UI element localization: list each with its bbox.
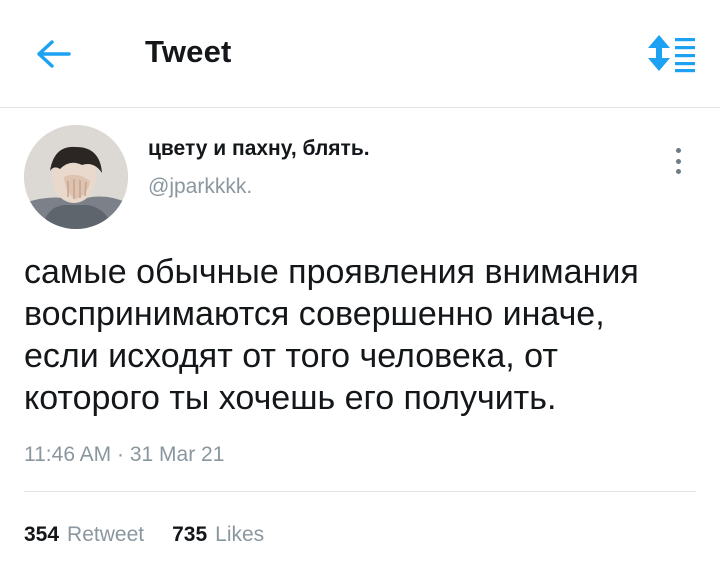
sort-icon	[648, 35, 695, 73]
retweet-count: 354	[24, 523, 60, 546]
retweet-label: Retweet	[67, 523, 145, 546]
tweet-text-line: если исходят от того человека, от	[24, 337, 558, 375]
tweet-text: самые обычные проявления внимания воспри…	[24, 251, 704, 419]
author-name[interactable]: цвету и пахну, блять.	[148, 137, 370, 161]
likes-label: Likes	[215, 523, 265, 546]
tweet-stats: 354 Retweet 735 Likes	[24, 523, 264, 547]
more-options-button[interactable]	[664, 145, 692, 177]
likes-count: 735	[172, 523, 208, 546]
sort-button[interactable]	[643, 30, 699, 76]
more-vertical-icon	[675, 148, 681, 153]
tweet-text-line: которого ты хочешь его получить.	[24, 379, 557, 417]
tweet-detail: цвету и пахну, блять. @jparkkkk. самые о…	[0, 109, 720, 572]
arrow-left-icon	[37, 40, 71, 68]
tweet-text-line: самые обычные проявления внимания	[24, 253, 639, 291]
page-title: Tweet	[145, 34, 232, 69]
author-handle[interactable]: @jparkkkk.	[148, 175, 252, 199]
more-vertical-icon-dot	[675, 169, 681, 174]
divider	[24, 491, 696, 492]
top-app-bar: Tweet	[0, 0, 720, 108]
tweet-text-line: воспринимаются совершенно иначе,	[24, 295, 605, 333]
avatar-photo	[24, 125, 128, 229]
back-button[interactable]	[34, 34, 74, 74]
tweet-timestamp: 11:46 AM · 31 Mar 21	[24, 443, 225, 466]
more-vertical-icon-dot	[675, 158, 681, 164]
retweet-stat[interactable]: 354 Retweet	[24, 523, 144, 547]
avatar[interactable]	[24, 125, 128, 229]
likes-stat[interactable]: 735 Likes	[172, 523, 264, 547]
